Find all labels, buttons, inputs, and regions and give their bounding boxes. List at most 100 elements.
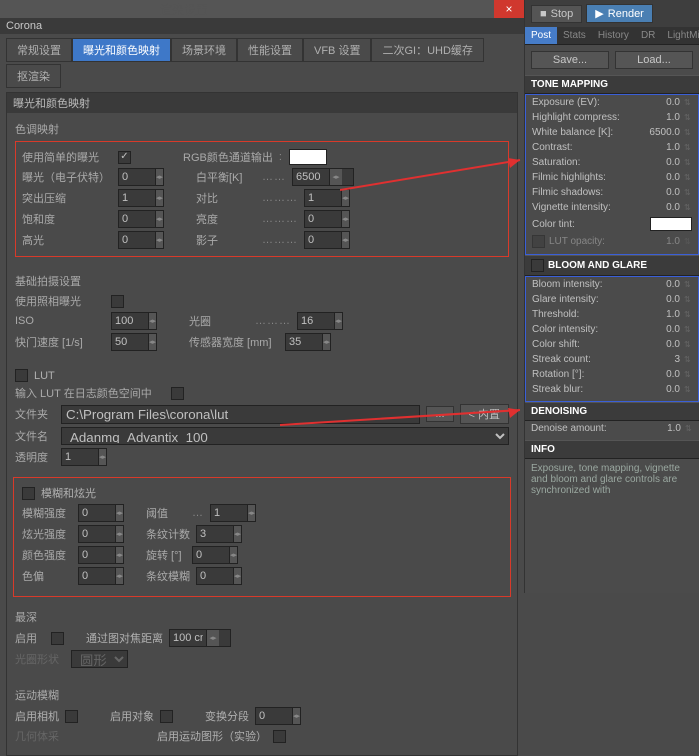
sharpen-enable-checkbox[interactable] [51,632,64,645]
lut-opacity-value[interactable]: 1.0 [640,236,680,247]
tab-vfb[interactable]: VFB 设置 [303,38,371,62]
spinner-icon[interactable]: ⇅ [684,128,692,137]
lut-browse-button[interactable]: ... [426,406,453,422]
stop-button[interactable]: ■Stop [531,5,582,23]
spinner-icon[interactable]: ⇅ [684,310,692,319]
load-button[interactable]: Load... [615,51,693,69]
spinner-icon[interactable]: ⇅ [684,203,692,212]
denoising-header[interactable]: DENOISING [525,402,699,421]
tab-stats[interactable]: Stats [557,27,592,44]
bloom-section-checkbox[interactable] [531,259,544,272]
spinner-icon[interactable]: ⇅ [684,340,692,349]
spinner-icon[interactable]: ⇅ [684,385,692,394]
tone-mapping-header[interactable]: TONE MAPPING [525,75,699,94]
tab-secondary-gi[interactable]: 二次GI：UHD缓存 [371,38,483,62]
simple-exposure-checkbox[interactable] [118,151,131,164]
color-tint-swatch[interactable] [650,217,692,231]
param-value[interactable]: 1.0 [640,142,680,153]
lut-file-select[interactable]: Adanmq_Advantix_100 [61,427,509,445]
render-button[interactable]: ▶Render [586,4,653,23]
fstop-spinner[interactable]: ◂▸ [297,312,343,330]
denoise-value[interactable]: 1.0 [641,423,681,434]
sensor-spinner[interactable]: ◂▸ [285,333,331,351]
param-value[interactable]: 1.0 [640,309,680,320]
use-cam-checkbox[interactable] [111,295,124,308]
bloom-glare-header[interactable]: BLOOM AND GLARE [525,255,699,276]
param-value[interactable]: 6500.0 [640,127,680,138]
param-value[interactable]: 0.0 [640,339,680,350]
tab-exposure[interactable]: 曝光和颜色映射 [72,38,171,62]
lut-checkbox[interactable] [15,369,28,382]
save-button[interactable]: Save... [531,51,609,69]
bright-spinner[interactable]: ◂▸ [304,210,350,228]
close-icon[interactable]: × [494,0,524,18]
tab-history[interactable]: History [592,27,635,44]
exposure-spinner[interactable]: ◂▸ [118,168,164,186]
tab-lightmix[interactable]: LightMix [661,27,699,44]
spinner-icon[interactable]: ⇅ [684,173,692,182]
spinner-icon[interactable]: ⇅ [684,280,692,289]
lut-path-field[interactable] [61,405,420,424]
hl-spinner[interactable]: ◂▸ [118,231,164,249]
tab-post[interactable]: Post [525,27,557,44]
spinner-icon[interactable]: ⇅ [684,237,692,246]
rgb-output-swatch[interactable] [289,149,327,165]
bloom-intensity-spinner[interactable]: ◂▸ [78,504,124,522]
filter-spinner[interactable]: ◂▸ [169,629,231,647]
spinner-icon[interactable]: ⇅ [684,370,692,379]
exposure-rollout-header[interactable]: 曝光和颜色映射 [7,93,517,113]
motion-obj-checkbox[interactable] [160,710,173,723]
param-value[interactable]: 0.0 [640,97,680,108]
motion-cam-checkbox[interactable] [65,710,78,723]
param-value[interactable]: 0.0 [640,369,680,380]
threshold-spinner[interactable]: ◂▸ [210,504,256,522]
spinner-icon[interactable]: ⇅ [684,188,692,197]
spinner-icon[interactable]: ⇅ [684,98,692,107]
streak-blur-spinner[interactable]: ◂▸ [196,567,242,585]
spinner-icon[interactable]: ⇅ [685,424,693,433]
lut-opacity-spinner[interactable]: ◂▸ [61,448,107,466]
iso-spinner[interactable]: ◂▸ [111,312,157,330]
param-value[interactable]: 0.0 [640,279,680,290]
shutter-spinner[interactable]: ◂▸ [111,333,157,351]
motion-seg-spinner[interactable]: ◂▸ [255,707,301,725]
sat-spinner[interactable]: ◂▸ [118,210,164,228]
contrast-spinner[interactable]: ◂▸ [304,189,350,207]
spinner-icon[interactable]: ⇅ [684,113,692,122]
rotation-spinner[interactable]: ◂▸ [192,546,238,564]
spinner-icon[interactable]: ⇅ [684,325,692,334]
tab-sub[interactable]: 抠渲染 [6,64,61,88]
whitebal-spinner[interactable]: ◂▸ [292,168,354,186]
param-value[interactable]: 0.0 [640,294,680,305]
param-value[interactable]: 0.0 [640,324,680,335]
tab-dr[interactable]: DR [635,27,661,44]
param-value[interactable]: 1.0 [640,112,680,123]
tab-scene-env[interactable]: 场景环境 [171,38,237,62]
tab-performance[interactable]: 性能设置 [237,38,303,62]
info-header[interactable]: INFO [525,440,699,459]
hc-spinner[interactable]: ◂▸ [118,189,164,207]
param-value[interactable]: 3 [640,354,680,365]
lut-builtin-button[interactable]: < 内置 [460,404,509,424]
param-value[interactable]: 0.0 [640,384,680,395]
param-value[interactable]: 0.0 [640,172,680,183]
motion-geom-checkbox[interactable] [273,730,286,743]
color-shift-spinner[interactable]: ◂▸ [78,567,124,585]
lut-in-checkbox[interactable] [171,387,184,400]
spinner-icon[interactable]: ⇅ [684,295,692,304]
streak-count-spinner[interactable]: ◂▸ [196,525,242,543]
shadow-spinner[interactable]: ◂▸ [304,231,350,249]
param-value[interactable]: 0.0 [640,202,680,213]
tab-general[interactable]: 常规设置 [6,38,72,62]
spinner-icon[interactable]: ⇅ [684,355,692,364]
spinner-icon[interactable]: ⇅ [684,158,692,167]
shape-select[interactable]: 圆形 [71,650,128,668]
param-value[interactable]: 0.0 [640,157,680,168]
color-intensity-spinner[interactable]: ◂▸ [78,546,124,564]
corona-header[interactable]: Corona [0,18,524,34]
glare-intensity-spinner[interactable]: ◂▸ [78,525,124,543]
lut-enable-checkbox[interactable] [532,235,545,248]
param-value[interactable]: 0.0 [640,187,680,198]
spinner-icon[interactable]: ⇅ [684,143,692,152]
bloom-checkbox[interactable] [22,487,35,500]
